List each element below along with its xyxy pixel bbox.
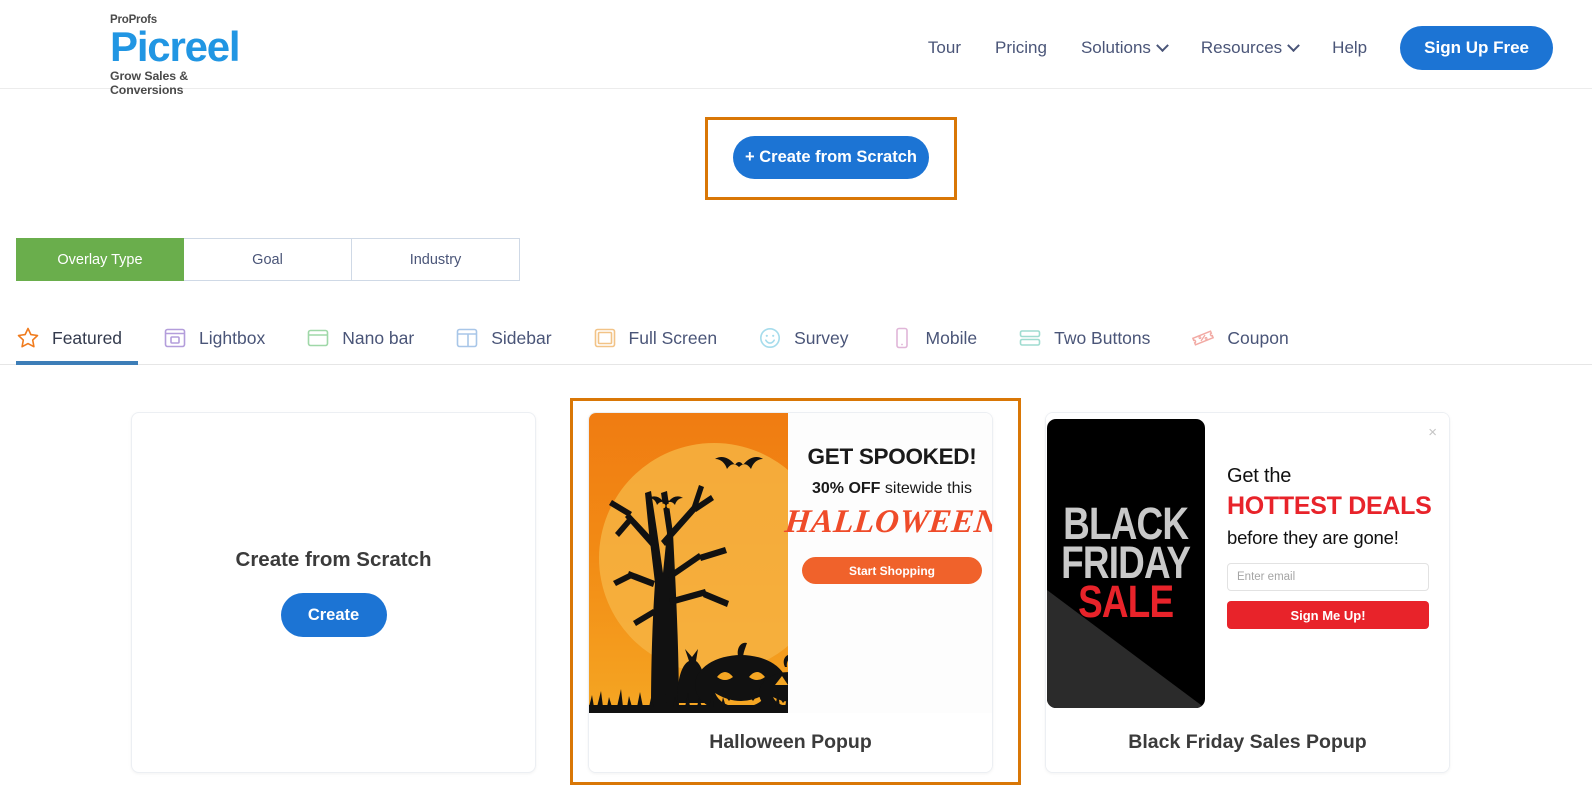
- category-nano-bar[interactable]: Nano bar: [306, 312, 455, 364]
- fullscreen-icon: [594, 328, 615, 348]
- black-friday-preview: BLACK FRIDAY SALE × Get the HOTTEST DEAL…: [1046, 413, 1449, 713]
- nav-item-tour[interactable]: Tour: [911, 30, 978, 66]
- halloween-artwork: [589, 413, 790, 713]
- start-shopping-button[interactable]: Start Shopping: [802, 557, 982, 584]
- category-label: Coupon: [1227, 327, 1289, 348]
- category-two-buttons[interactable]: Two Buttons: [1018, 312, 1191, 364]
- category-label: Featured: [52, 327, 123, 348]
- site-header: ProProfs Picreel Grow Sales & Conversion…: [0, 0, 1592, 97]
- black-friday-copy-panel: × Get the HOTTEST DEALS before they are …: [1205, 413, 1449, 713]
- nav-item-label: Solutions: [1080, 38, 1151, 57]
- category-coupon[interactable]: Coupon: [1191, 312, 1329, 364]
- nav-item-label: Tour: [927, 38, 961, 57]
- sidebar-icon: [456, 328, 478, 348]
- art-line-sale: SALE: [1078, 575, 1174, 627]
- mobile-icon: [895, 327, 908, 349]
- category-label: Lightbox: [199, 327, 266, 348]
- email-field[interactable]: [1227, 563, 1429, 591]
- halloween-sub-rest: sitewide this: [880, 480, 973, 497]
- tab-overlay-type[interactable]: Overlay Type: [16, 238, 184, 281]
- tab-industry[interactable]: Industry: [352, 238, 520, 281]
- category-full-screen[interactable]: Full Screen: [593, 312, 759, 364]
- black-friday-artwork: BLACK FRIDAY SALE: [1047, 419, 1205, 708]
- template-card-halloween-popup[interactable]: GET SPOOKED! 30% OFF sitewide this HALLO…: [588, 412, 993, 773]
- category-label: Mobile: [925, 327, 978, 348]
- picreel-logo[interactable]: ProProfs Picreel Grow Sales & Conversion…: [110, 14, 260, 97]
- logo-tagline-text: Grow Sales & Conversions: [110, 69, 189, 97]
- nav-item-pricing[interactable]: Pricing: [978, 30, 1064, 66]
- halloween-subheadline: 30% OFF sitewide this: [812, 480, 972, 498]
- halloween-preview: GET SPOOKED! 30% OFF sitewide this HALLO…: [589, 413, 992, 713]
- halloween-scene-svg: [589, 457, 790, 713]
- card-title: Create from Scratch: [235, 548, 432, 571]
- nav-item-resources[interactable]: Resources: [1184, 30, 1315, 66]
- card-title: Halloween Popup: [589, 713, 992, 772]
- nav-item-label: Help: [1332, 38, 1368, 57]
- overlay-type-category-bar: Featured Lightbox Nano bar Sidebar Full …: [0, 312, 1592, 365]
- template-card-black-friday-popup[interactable]: BLACK FRIDAY SALE × Get the HOTTEST DEAL…: [1045, 412, 1450, 773]
- category-survey[interactable]: Survey: [758, 312, 889, 364]
- two-buttons-icon: [1019, 330, 1041, 346]
- black-friday-line2: HOTTEST DEALS: [1227, 492, 1432, 520]
- category-featured[interactable]: Featured: [16, 312, 163, 365]
- nav-item-solutions[interactable]: Solutions: [1064, 30, 1184, 66]
- nav-item-label: Pricing: [995, 38, 1047, 57]
- nav-item-help[interactable]: Help: [1315, 30, 1384, 66]
- coupon-icon: [1192, 330, 1215, 346]
- star-icon: [17, 327, 39, 348]
- template-card-create-from-scratch[interactable]: Create from Scratch Create: [131, 412, 536, 773]
- create-button[interactable]: Create: [280, 593, 387, 637]
- logo-brand-text: Picreel: [110, 23, 241, 70]
- halloween-discount-text: 30% OFF: [811, 480, 881, 497]
- category-sidebar[interactable]: Sidebar: [455, 312, 592, 364]
- black-friday-line1: Get the: [1227, 465, 1292, 487]
- tab-goal[interactable]: Goal: [184, 238, 352, 281]
- sign-up-free-button[interactable]: Sign Up Free: [1400, 26, 1553, 70]
- chevron-down-icon: [1287, 38, 1301, 52]
- nav-item-label: Resources: [1200, 38, 1283, 57]
- category-label: Full Screen: [628, 327, 718, 348]
- sign-me-up-button[interactable]: Sign Me Up!: [1227, 601, 1429, 629]
- halloween-headline: GET SPOOKED!: [807, 444, 977, 469]
- black-friday-line3: before they are gone!: [1227, 527, 1399, 548]
- create-from-scratch-button[interactable]: + Create from Scratch: [733, 136, 929, 179]
- category-lightbox[interactable]: Lightbox: [163, 312, 306, 364]
- category-label: Survey: [794, 327, 849, 348]
- card-title: Black Friday Sales Popup: [1046, 713, 1449, 772]
- category-mobile[interactable]: Mobile: [890, 312, 1019, 364]
- close-icon[interactable]: ×: [1428, 425, 1437, 440]
- halloween-script-word: HALLOWEEN: [783, 504, 992, 540]
- lightbox-icon: [164, 328, 186, 348]
- category-label: Two Buttons: [1054, 327, 1151, 348]
- category-label: Sidebar: [491, 327, 552, 348]
- nanobar-icon: [307, 329, 329, 347]
- chevron-down-icon: [1156, 38, 1169, 52]
- survey-smiley-icon: [760, 328, 781, 348]
- main-navigation: Tour Pricing Solutions Resources Help Si…: [911, 26, 1553, 70]
- filter-type-segmented-control: Overlay Type Goal Industry: [16, 238, 520, 281]
- flying-bat-icon: [715, 457, 763, 469]
- category-label: Nano bar: [342, 327, 415, 348]
